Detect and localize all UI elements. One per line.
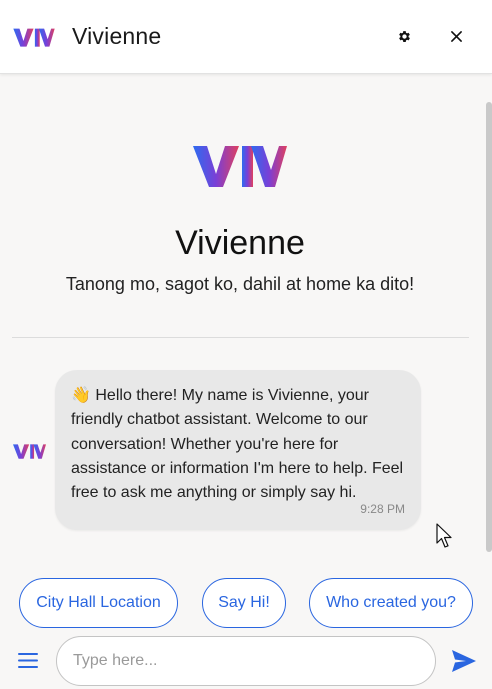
message-input[interactable] — [73, 652, 413, 670]
message-text: 👋 Hello there! My name is Vivienne, your… — [71, 384, 405, 505]
bot-message-bubble: 👋 Hello there! My name is Vivienne, your… — [55, 370, 421, 530]
settings-button[interactable] — [390, 22, 418, 50]
divider — [12, 337, 469, 338]
bot-avatar — [13, 444, 46, 459]
chat-scrollbar[interactable] — [486, 102, 492, 552]
gear-icon — [398, 30, 410, 42]
message-body: Hello there! My name is Vivienne, your f… — [71, 387, 404, 502]
header-title: Vivienne — [72, 23, 162, 49]
chat-header: Vivienne — [0, 0, 492, 74]
waving-hand-emoji: 👋 — [71, 387, 91, 404]
viv-logo — [13, 28, 55, 47]
bot-intro: Vivienne Tanong mo, sagot ko, dahil at h… — [0, 140, 480, 295]
send-icon[interactable] — [451, 649, 477, 673]
close-icon — [450, 30, 462, 42]
message-timestamp: 9:28 PM — [360, 502, 405, 516]
close-button[interactable] — [442, 22, 470, 50]
message-input-container[interactable] — [56, 636, 436, 686]
quick-reply-say-hi[interactable]: Say Hi! — [202, 578, 286, 628]
bot-tagline: Tanong mo, sagot ko, dahil at home ka di… — [65, 274, 415, 294]
viv-logo-large — [193, 146, 287, 187]
bot-name: Vivienne — [175, 224, 305, 262]
quick-reply-who-created-you[interactable]: Who created you? — [309, 578, 473, 628]
quick-reply-city-hall-location[interactable]: City Hall Location — [19, 578, 178, 628]
mouse-cursor-icon — [436, 523, 452, 548]
hamburger-menu-icon[interactable] — [18, 652, 38, 669]
